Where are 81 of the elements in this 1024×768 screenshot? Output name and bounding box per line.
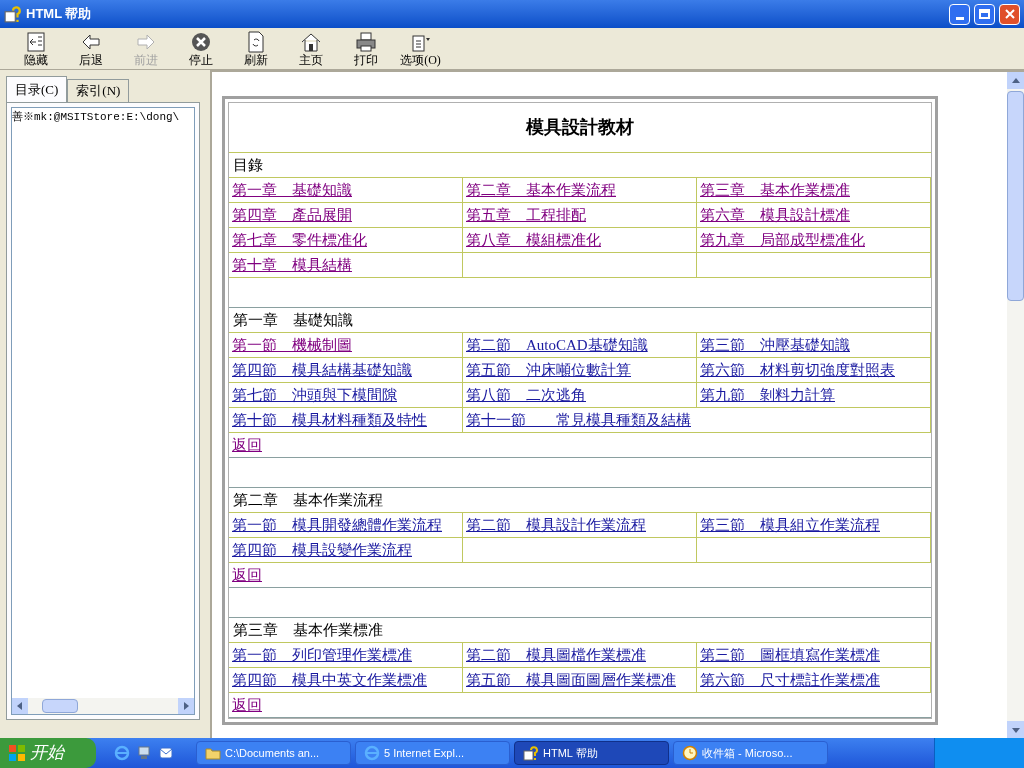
chapter-link[interactable]: 返回 — [232, 433, 262, 457]
chapter-link[interactable]: 第四節 模具結構基礎知識 — [232, 358, 412, 382]
start-button[interactable]: 开始 — [0, 738, 96, 768]
section-heading: 第三章 基本作業標准 — [229, 618, 931, 643]
horizontal-scrollbar[interactable] — [12, 698, 194, 714]
vertical-scrollbar[interactable] — [1007, 72, 1024, 738]
chapter-link[interactable]: 第九節 剝料力計算 — [700, 383, 835, 407]
tree-item[interactable]: 善※mk:@MSITStore:E:\dong\ — [12, 108, 194, 126]
document-title: 模具設計教材 — [229, 103, 931, 153]
stop-icon — [189, 31, 212, 53]
minimize-button[interactable] — [949, 3, 970, 25]
chapter-link[interactable]: 第八章 模組標准化 — [466, 228, 601, 252]
help-file-icon — [523, 745, 539, 761]
chapter-link[interactable]: 第三節 模具組立作業流程 — [700, 513, 880, 537]
chapter-link[interactable]: 第四章 產品展開 — [232, 203, 352, 227]
chapter-link[interactable]: 第三節 沖壓基礎知識 — [700, 333, 850, 357]
chapter-link[interactable]: 第五章 工程排配 — [466, 203, 586, 227]
pane-tab[interactable]: 目录(C) — [6, 76, 68, 102]
chapter-link[interactable]: 第二章 基本作業流程 — [466, 178, 616, 202]
chapter-link[interactable]: 第六節 材料剪切強度對照表 — [700, 358, 895, 382]
toolbar-button[interactable]: 主页 — [283, 31, 338, 67]
chapter-link[interactable]: 第九章 局部成型標准化 — [700, 228, 865, 252]
section-heading: 第二章 基本作業流程 — [229, 488, 931, 513]
help-file-icon — [4, 5, 22, 23]
folder-icon — [205, 745, 221, 761]
chapter-link[interactable]: 第二節 AutoCAD基礎知識 — [466, 333, 648, 357]
taskbar-button[interactable]: 收件箱 - Microso... — [673, 741, 828, 765]
pane-tab[interactable]: 索引(N) — [67, 79, 130, 102]
windows-logo-icon — [8, 744, 26, 762]
taskbar-button[interactable]: C:\Documents an... — [196, 741, 351, 765]
chapter-link[interactable]: 第八節 二次逃角 — [466, 383, 586, 407]
toolbar-button[interactable]: 打印 — [338, 31, 393, 67]
chapter-link[interactable]: 第四節 模具設變作業流程 — [232, 538, 412, 562]
chapter-link[interactable]: 第七章 零件標准化 — [232, 228, 367, 252]
chapter-link[interactable]: 第五節 沖床噸位數計算 — [466, 358, 631, 382]
toolbar-button[interactable]: 刷新 — [228, 31, 283, 67]
chapter-link[interactable]: 第五節 模具圖面圖層作業標准 — [466, 668, 676, 692]
chapter-link[interactable]: 第二節 模具圖檔作業標准 — [466, 643, 646, 667]
section-heading: 第一章 基礎知識 — [229, 308, 931, 333]
chapter-link[interactable]: 第十節 模具材料種類及特性 — [232, 408, 427, 432]
scroll-left-icon[interactable] — [16, 702, 24, 710]
close-icon — [1004, 9, 1015, 19]
browser-icon — [114, 745, 130, 761]
chapter-link[interactable]: 返回 — [232, 693, 262, 717]
toolbar-button[interactable]: 隐藏 — [8, 31, 63, 67]
close-button[interactable] — [999, 3, 1020, 25]
toolbar-button[interactable]: 停止 — [173, 31, 228, 67]
chapter-link[interactable]: 第六節 尺寸標註作業標准 — [700, 668, 880, 692]
home-icon — [299, 31, 322, 53]
scroll-up-icon[interactable] — [1011, 76, 1020, 85]
section-heading: 目錄 — [229, 153, 931, 178]
chapter-link[interactable]: 第七節 沖頭與下模間隙 — [232, 383, 397, 407]
quick-launch-button[interactable] — [114, 745, 130, 761]
maximize-button[interactable] — [974, 3, 995, 25]
taskbar-button[interactable]: HTML 帮助 — [514, 741, 669, 765]
taskbar-button[interactable]: 5 Internet Expl... — [355, 741, 510, 765]
chapter-link[interactable]: 第六章 模具設計標准 — [700, 203, 850, 227]
mail-icon — [158, 745, 174, 761]
chapter-link[interactable]: 第一節 機械制圖 — [232, 333, 352, 357]
quick-launch-button[interactable] — [158, 745, 174, 761]
chapter-link[interactable]: 第一節 模具開發總體作業流程 — [232, 513, 442, 537]
hide-pane-icon — [24, 31, 47, 53]
scroll-right-icon[interactable] — [182, 702, 190, 710]
toolbar-button[interactable]: 选项(O) — [393, 31, 448, 67]
chapter-link[interactable]: 第十章 模具結構 — [232, 253, 352, 277]
chapter-link[interactable]: 第一章 基礎知識 — [232, 178, 352, 202]
clock-icon — [682, 745, 698, 761]
chapter-link[interactable]: 第一節 列印管理作業標准 — [232, 643, 412, 667]
chapter-link[interactable]: 返回 — [232, 563, 262, 587]
chapter-link[interactable]: 第十一節 常見模具種類及結構 — [466, 408, 691, 432]
toolbar-button[interactable]: 后退 — [63, 31, 118, 67]
chapter-link[interactable]: 第三章 基本作業標准 — [700, 178, 850, 202]
window-title: HTML 帮助 — [26, 5, 92, 24]
printer-icon — [354, 31, 377, 53]
scroll-down-icon[interactable] — [1011, 725, 1020, 734]
chapter-link[interactable]: 第四節 模具中英文作業標准 — [232, 668, 427, 692]
chapter-link[interactable]: 第二節 模具設計作業流程 — [466, 513, 646, 537]
desktop-icon — [136, 745, 152, 761]
quick-launch-button[interactable] — [136, 745, 152, 761]
browser-icon — [364, 745, 380, 761]
chapter-link[interactable]: 第三節 圖框填寫作業標准 — [700, 643, 880, 667]
